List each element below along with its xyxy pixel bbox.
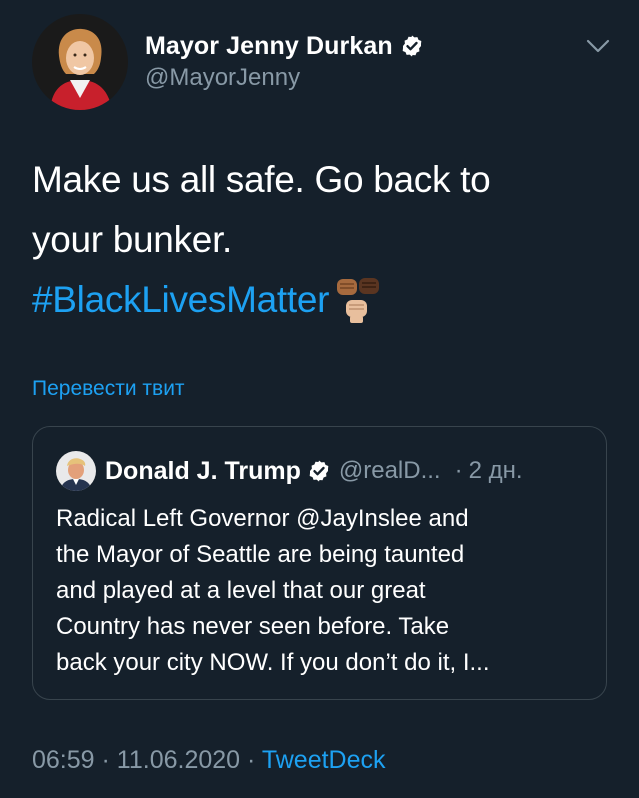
profile-photo (56, 451, 96, 491)
tweet-hashtag-line: #BlackLivesMatter (32, 270, 612, 330)
quoted-author-avatar[interactable] (56, 451, 96, 491)
quoted-tweet-timestamp[interactable]: 2 дн. (469, 457, 523, 485)
tweet-text-line: Make us all safe. Go back to (32, 159, 491, 200)
author-handle[interactable]: @MayorJenny (145, 64, 300, 92)
quoted-tweet-text: Radical Left Governor @JayInslee and the… (56, 501, 596, 681)
quoted-text-line: Country has never seen before. Take (56, 613, 450, 640)
author-name-row[interactable]: Mayor Jenny Durkan (145, 28, 424, 64)
quoted-text-line: the Mayor of Seattle are being taunted (56, 541, 465, 568)
separator-dot: · (247, 746, 256, 774)
author-display-name[interactable]: Mayor Jenny Durkan (145, 32, 393, 61)
quoted-text-line: Radical Left Governor @JayInslee and (56, 505, 469, 532)
raised-fists-emoji-icon (335, 276, 381, 324)
tweet-date[interactable]: 11.06.2020 (117, 746, 240, 774)
verified-badge-icon (309, 460, 329, 482)
quoted-text-line: and played at a level that our great (56, 577, 426, 604)
author-avatar[interactable] (32, 14, 128, 110)
verified-badge-icon (402, 35, 422, 57)
quoted-tweet-header: Donald J. Trump @realD... · 2 дн. (105, 454, 523, 488)
tweet-time[interactable]: 06:59 (32, 746, 95, 774)
tweet-text: Make us all safe. Go back to your bunker… (32, 150, 612, 330)
separator-dot: · (454, 457, 463, 484)
separator-dot: · (101, 746, 110, 774)
tweet-metadata: 06:59 · 11.06.2020 · TweetDeck (32, 746, 386, 775)
tweet-detail: Mayor Jenny Durkan @MayorJenny Make us a… (0, 0, 639, 798)
quoted-author-name[interactable]: Donald J. Trump (105, 457, 301, 486)
quoted-author-handle[interactable]: @realD... (339, 457, 441, 485)
tweet-text-line: your bunker. (32, 219, 233, 260)
chevron-down-icon[interactable] (584, 34, 612, 58)
hashtag-link[interactable]: #BlackLivesMatter (32, 279, 329, 320)
quoted-text-line: back your city NOW. If you don’t do it, … (56, 649, 490, 676)
translate-tweet-link[interactable]: Перевести твит (32, 377, 185, 401)
source-app-link[interactable]: TweetDeck (262, 746, 386, 774)
quoted-tweet-card[interactable]: Donald J. Trump @realD... · 2 дн. Radica… (32, 426, 607, 700)
profile-photo (32, 14, 128, 110)
